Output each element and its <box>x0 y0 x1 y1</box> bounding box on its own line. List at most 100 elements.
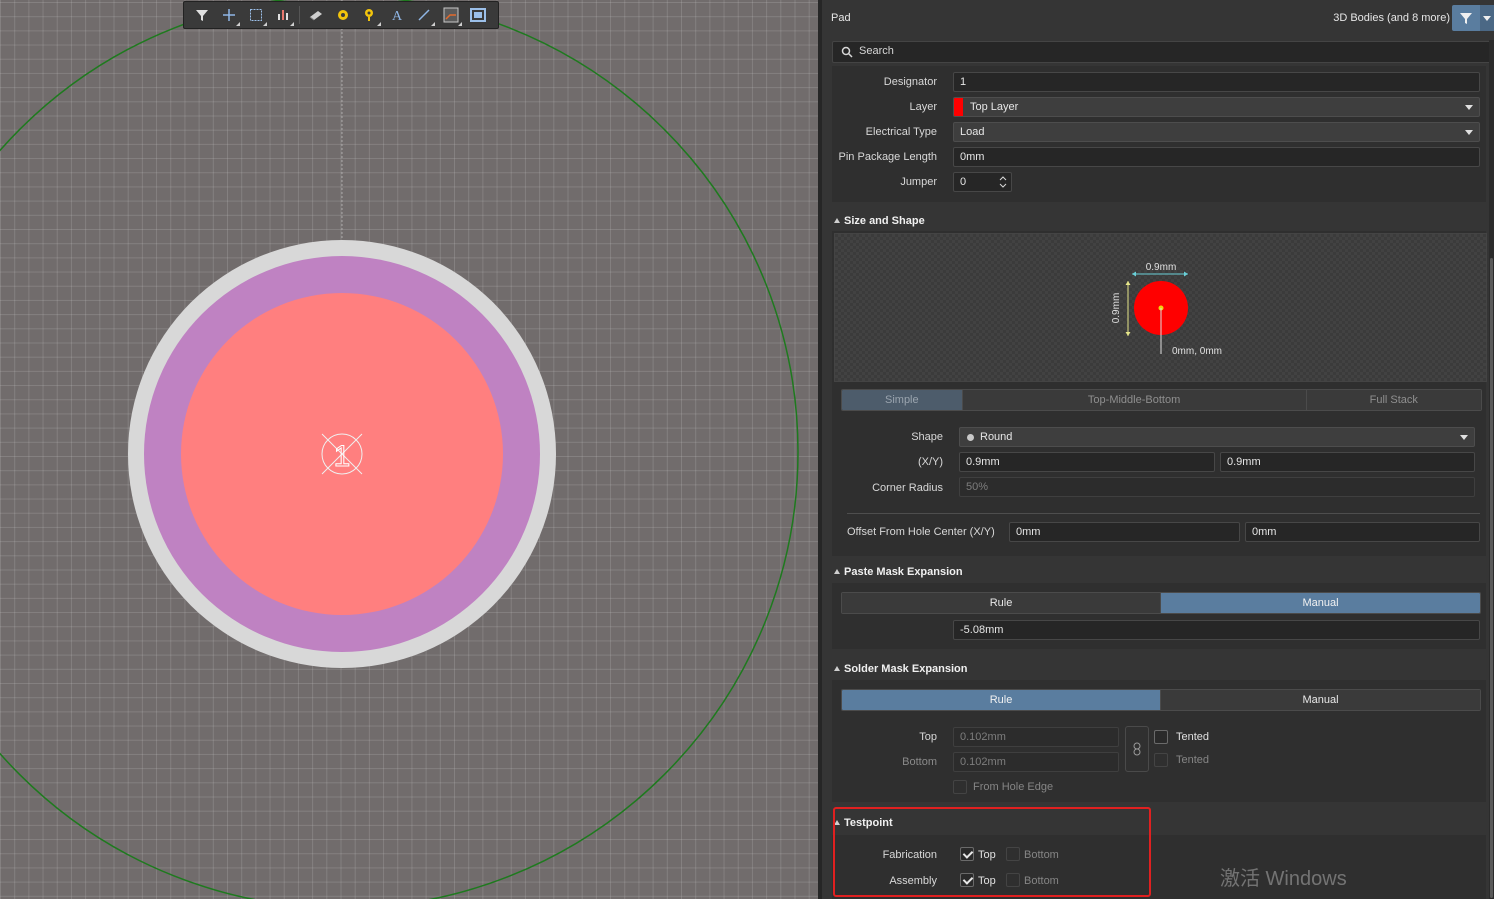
stepper-arrows-icon[interactable] <box>999 175 1007 189</box>
electrical-type-select[interactable]: Load <box>953 122 1480 142</box>
preview-width-label: 0.9mm <box>1146 262 1177 273</box>
corner-radius-input[interactable]: 50% <box>959 477 1475 497</box>
paste-mask-tab-manual[interactable]: Manual <box>1161 593 1480 613</box>
pcb-canvas[interactable]: 1 A <box>0 0 818 899</box>
filter-button[interactable] <box>190 3 214 27</box>
collapse-triangle-icon <box>834 666 840 671</box>
via-icon <box>365 9 373 21</box>
board-drawing: 1 <box>0 0 799 899</box>
link-toggle-button[interactable] <box>1125 726 1149 772</box>
dimension-icon <box>470 8 486 22</box>
selection-filter-label[interactable]: 3D Bodies (and 8 more) <box>1333 12 1450 24</box>
search-input[interactable]: Search <box>832 41 1494 63</box>
layer-value: Top Layer <box>970 101 1019 113</box>
search-icon <box>841 46 853 58</box>
tab-top-middle-bottom[interactable]: Top-Middle-Bottom <box>962 390 1307 410</box>
windows-activation-watermark: 激活 Windows <box>1220 868 1347 890</box>
electrical-type-value: Load <box>960 126 985 138</box>
place-via-button[interactable] <box>358 3 382 27</box>
toolbar-separator <box>299 6 300 24</box>
tented-top-label: Tented <box>1176 731 1210 743</box>
round-shape-icon <box>967 434 974 441</box>
shape-label: Shape <box>911 431 943 443</box>
divider <box>847 513 1480 514</box>
solder-mask-mode-tabs: Rule Manual <box>841 689 1481 711</box>
selection-filter-button[interactable] <box>1452 5 1480 31</box>
size-x-input[interactable]: 0.9mm <box>959 452 1215 472</box>
interactive-route-button[interactable] <box>439 3 463 27</box>
pad-preview-drawing: 0.9mm 0.9mm 0mm, 0mm <box>1111 262 1222 357</box>
scrollbar-thumb[interactable] <box>1490 258 1493 898</box>
size-shape-header[interactable]: Size and Shape <box>834 215 925 227</box>
pad-icon <box>338 10 348 20</box>
selection-filter-dropdown[interactable] <box>1480 5 1494 31</box>
from-hole-edge-label: From Hole Edge <box>973 781 1054 793</box>
dimension-button[interactable] <box>466 3 490 27</box>
solder-bottom-label: Bottom <box>902 756 937 768</box>
search-placeholder: Search <box>859 45 894 57</box>
pin-package-length-input[interactable]: 0mm <box>953 147 1480 167</box>
pad-designator-text: 1 <box>334 440 351 473</box>
tab-simple[interactable]: Simple <box>842 390 963 410</box>
text-icon: A <box>392 9 403 22</box>
crosshair-button[interactable] <box>217 3 241 27</box>
paste-mask-value-input[interactable]: -5.08mm <box>953 620 1480 640</box>
offset-x-input[interactable]: 0mm <box>1009 522 1240 542</box>
preview-origin-label: 0mm, 0mm <box>1172 346 1222 357</box>
jumper-value: 0 <box>960 176 967 188</box>
chevron-down-icon <box>1460 435 1468 440</box>
active-bar-toolbar: A <box>183 1 499 29</box>
xy-label: (X/Y) <box>917 456 943 468</box>
from-hole-edge-checkbox[interactable] <box>953 780 967 794</box>
select-rect-button[interactable] <box>244 3 268 27</box>
tab-full-stack[interactable]: Full Stack <box>1306 390 1481 410</box>
preview-height-label: 0.9mm <box>1111 293 1122 324</box>
designator-input[interactable]: 1 <box>953 72 1480 92</box>
pin-package-length-label: Pin Package Length <box>838 151 937 163</box>
filter-icon <box>196 10 208 21</box>
shape-select[interactable]: Round <box>959 427 1475 447</box>
svg-text:A: A <box>392 9 403 22</box>
crosshair-icon <box>223 9 235 21</box>
jumper-stepper[interactable]: 0 <box>953 172 1012 192</box>
jumper-label: Jumper <box>900 176 937 188</box>
paste-mask-tab-rule[interactable]: Rule <box>842 593 1161 613</box>
offset-y-input[interactable]: 0mm <box>1245 522 1480 542</box>
layer-select[interactable]: Top Layer <box>953 97 1480 117</box>
size-y-input[interactable]: 0.9mm <box>1220 452 1475 472</box>
place-component-button[interactable] <box>304 3 328 27</box>
solder-mask-title: Solder Mask Expansion <box>844 663 968 675</box>
paste-mask-header[interactable]: Paste Mask Expansion <box>834 566 963 578</box>
tented-bottom-label: Tented <box>1176 754 1210 766</box>
tented-bottom-checkbox[interactable] <box>1154 753 1168 767</box>
chevron-down-icon <box>1465 130 1473 135</box>
paste-mask-mode-tabs: Rule Manual <box>841 592 1481 614</box>
panel-scrollbar[interactable] <box>1489 40 1494 899</box>
tented-top-checkbox[interactable] <box>1154 730 1168 744</box>
paste-mask-title: Paste Mask Expansion <box>844 566 963 578</box>
pad-shape-preview: 0.9mm 0.9mm 0mm, 0mm <box>834 233 1487 382</box>
line-icon <box>418 9 430 21</box>
size-mode-tabs: Simple Top-Middle-Bottom Full Stack <box>841 389 1482 411</box>
component-icon <box>309 11 322 21</box>
select-rect-icon <box>250 9 262 21</box>
solder-mask-tab-rule[interactable]: Rule <box>842 690 1161 710</box>
chevron-down-icon <box>1465 105 1473 110</box>
solder-bottom-input[interactable]: 0.102mm <box>953 752 1119 772</box>
align-button[interactable] <box>271 3 295 27</box>
solder-top-input[interactable]: 0.102mm <box>953 727 1119 747</box>
offset-label: Offset From Hole Center (X/Y) <box>847 526 995 538</box>
solder-mask-header[interactable]: Solder Mask Expansion <box>834 663 967 675</box>
collapse-triangle-icon <box>834 569 840 574</box>
bar-chart-icon <box>278 10 288 20</box>
designator-label: Designator <box>883 76 937 88</box>
chevron-down-icon <box>1483 15 1491 21</box>
route-icon <box>443 7 459 23</box>
size-shape-title: Size and Shape <box>844 215 925 227</box>
place-pad-button[interactable] <box>331 3 355 27</box>
layer-color-swatch <box>954 98 963 116</box>
place-text-button[interactable]: A <box>385 3 409 27</box>
solder-mask-tab-manual[interactable]: Manual <box>1161 690 1480 710</box>
testpoint-highlight-box <box>833 807 1151 897</box>
place-line-button[interactable] <box>412 3 436 27</box>
